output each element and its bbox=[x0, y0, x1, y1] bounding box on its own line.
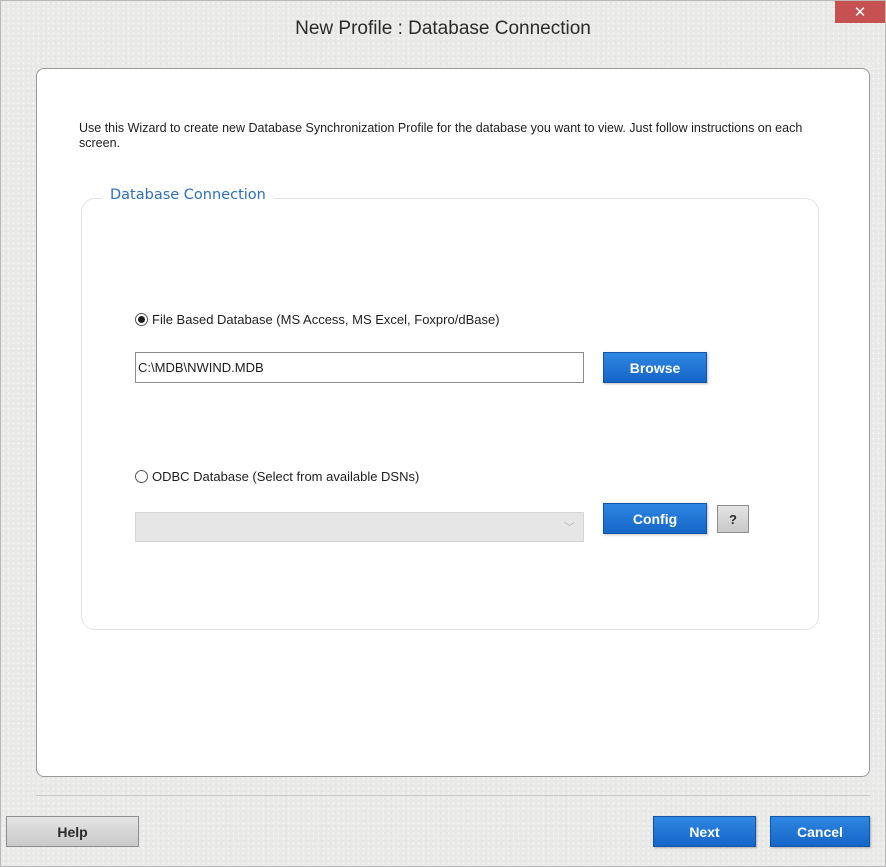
file-based-label: File Based Database (MS Access, MS Excel… bbox=[152, 312, 500, 327]
file-based-option[interactable]: File Based Database (MS Access, MS Excel… bbox=[135, 312, 500, 327]
file-based-radio[interactable] bbox=[135, 313, 148, 326]
close-button[interactable]: ✕ bbox=[835, 1, 885, 23]
database-connection-group bbox=[81, 198, 819, 630]
odbc-option[interactable]: ODBC Database (Select from available DSN… bbox=[135, 469, 419, 484]
close-icon: ✕ bbox=[853, 4, 867, 21]
content-panel: Use this Wizard to create new Database S… bbox=[36, 68, 870, 777]
database-path-input[interactable] bbox=[135, 352, 584, 383]
odbc-label: ODBC Database (Select from available DSN… bbox=[152, 469, 420, 484]
dsn-select[interactable]: ﹀ bbox=[135, 512, 584, 542]
window-title: New Profile : Database Connection bbox=[295, 18, 591, 39]
footer-divider bbox=[36, 795, 870, 796]
help-button[interactable]: Help bbox=[6, 816, 139, 847]
odbc-radio[interactable] bbox=[135, 470, 148, 483]
browse-button[interactable]: Browse bbox=[603, 352, 707, 383]
title-bar[interactable]: New Profile : Database Connection ✕ bbox=[1, 1, 885, 56]
intro-text: Use this Wizard to create new Database S… bbox=[79, 121, 803, 150]
chevron-down-icon: ﹀ bbox=[564, 522, 575, 534]
odbc-help-button[interactable]: ? bbox=[717, 505, 749, 533]
config-button[interactable]: Config bbox=[603, 503, 707, 534]
cancel-button[interactable]: Cancel bbox=[770, 816, 870, 847]
group-legend: Database Connection bbox=[102, 187, 274, 203]
dialog-window: New Profile : Database Connection ✕ Use … bbox=[0, 0, 886, 867]
next-button[interactable]: Next bbox=[653, 816, 756, 847]
